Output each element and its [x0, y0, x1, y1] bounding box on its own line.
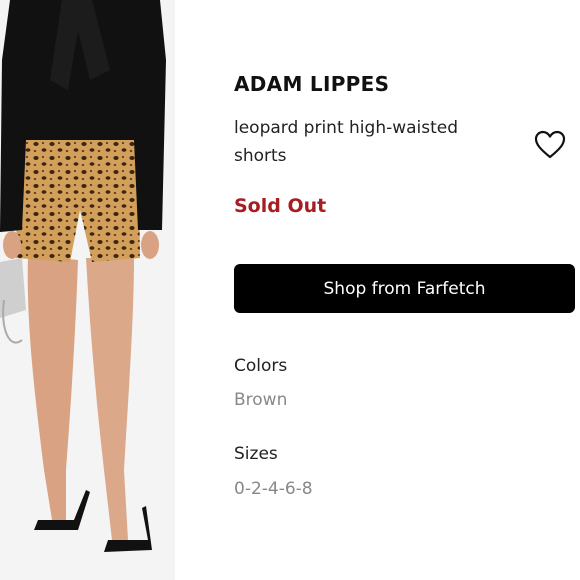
product-details: ADAM LIPPES leopard print high-waisted s…: [234, 0, 580, 580]
status-sold-out: Sold Out: [234, 195, 327, 217]
sizes-label: Sizes: [234, 444, 278, 464]
shop-from-farfetch-button[interactable]: Shop from Farfetch: [234, 264, 575, 313]
brand-name: ADAM LIPPES: [234, 72, 390, 96]
heart-icon[interactable]: [534, 130, 566, 160]
model-illustration: [0, 0, 175, 580]
product-photo: [0, 0, 175, 580]
sizes-value: 0-2-4-6-8: [234, 479, 313, 499]
product-title: leopard print high-waisted shorts: [234, 118, 459, 166]
colors-value: Brown: [234, 390, 288, 410]
colors-label: Colors: [234, 356, 288, 376]
